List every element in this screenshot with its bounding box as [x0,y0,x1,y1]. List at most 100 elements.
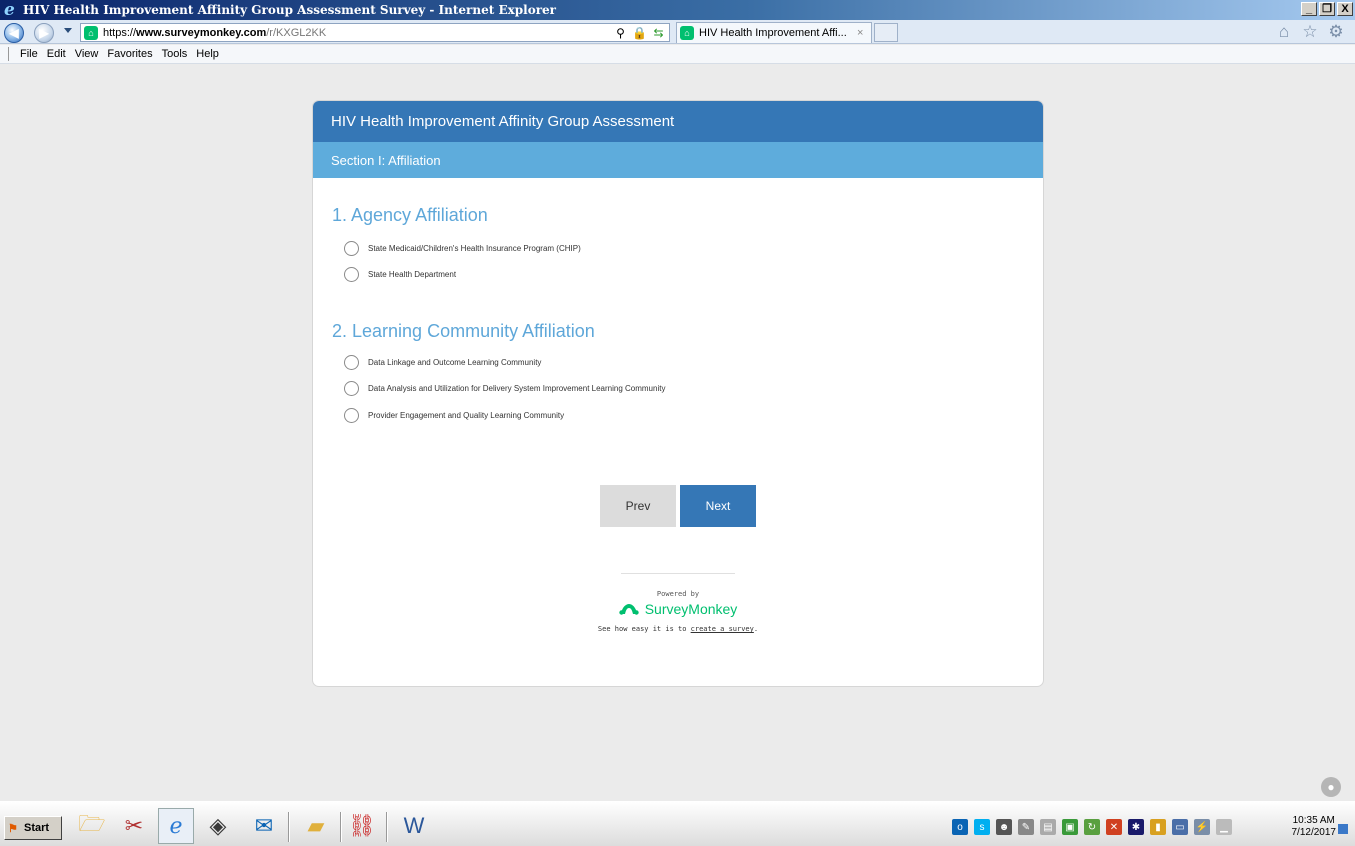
option-chip[interactable]: State Medicaid/Children's Health Insuran… [344,241,581,256]
clock-date: 7/12/2017 [1291,827,1337,838]
option-label[interactable]: State Medicaid/Children's Health Insuran… [368,244,581,253]
new-tab-button[interactable] [874,23,898,42]
footer-divider [621,573,735,574]
restore-button[interactable]: ❐ [1319,2,1335,16]
menu-bar: File Edit View Favorites Tools Help [0,45,1355,64]
brand-name: SurveyMonkey [644,601,738,617]
clock-time: 10:35 AM [1292,815,1335,826]
file-explorer-icon[interactable]: 🗁 [74,808,110,844]
favorites-star-icon[interactable]: ☆ [1301,23,1319,41]
tab-title: HIV Health Improvement Affi... [699,27,847,39]
address-bar-icons: ⚲ 🔒 ⇆ [613,25,666,40]
radio-button[interactable] [344,355,359,370]
taskbar-separator [288,812,290,842]
show-desktop-button[interactable] [1338,824,1348,834]
snipping-tool-icon[interactable]: ✂ [116,808,152,844]
system-clock[interactable]: 10:35 AM 7/12/2017 [1292,815,1337,839]
surveymonkey-favicon-icon: ⌂ [680,26,694,40]
option-provider-engagement[interactable]: Provider Engagement and Quality Learning… [344,408,564,423]
surveymonkey-favicon-icon: ⌂ [84,25,98,40]
surveymonkey-logo-icon [619,604,639,615]
browser-tool-icons: ⌂ ☆ ⚙ [1275,23,1345,41]
menu-favorites[interactable]: Favorites [107,48,152,60]
display-tray-icon[interactable]: ▭ [1172,819,1188,835]
compatibility-icon[interactable]: ⇆ [651,25,666,40]
menu-tools[interactable]: Tools [162,48,188,60]
start-label: Start [24,822,50,834]
minimize-button[interactable]: _ [1301,2,1317,16]
radio-button[interactable] [344,381,359,396]
menu-view[interactable]: View [75,48,99,60]
system-tray: o s ☻ ✎ ▤ ▣ ↻ ✕ ✱ ▮ ▭ ⚡ ▁ 10:35 AM 7/12/… [952,812,1350,842]
option-data-analysis[interactable]: Data Analysis and Utilization for Delive… [344,381,665,396]
survey-card: HIV Health Improvement Affinity Group As… [313,101,1043,686]
security-tray-icon[interactable]: ▣ [1062,819,1078,835]
radio-button[interactable] [344,267,359,282]
back-icon[interactable]: ◀ [4,23,24,43]
window-controls: _ ❐ X [1301,2,1353,16]
tools-tray-icon[interactable]: ✎ [1018,819,1034,835]
start-button[interactable]: ⚑ Start [4,816,62,840]
clipboard-tray-icon[interactable]: ▤ [1040,819,1056,835]
survey-title: HIV Health Improvement Affinity Group As… [313,101,1043,142]
tagline-suffix: . [753,625,759,633]
taskbar: ⚑ Start 🗁 ✂ ℯ ◈ ✉ ▰ ⛓ W o s ☻ ✎ ▤ ▣ ↻ ✕ … [0,801,1355,846]
tab-survey[interactable]: ⌂ HIV Health Improvement Affi... × [676,22,872,43]
signal-tray-icon[interactable]: ▁ [1216,819,1232,835]
tagline: See how easy it is to create a survey. [313,625,1043,633]
lock-icon[interactable]: 🔒 [632,25,647,40]
menu-grip [8,47,9,61]
windows-flag-icon: ⚑ [8,823,18,835]
lock-tray-icon[interactable]: ▮ [1150,819,1166,835]
home-icon[interactable]: ⌂ [1275,23,1293,41]
search-icon[interactable]: ⚲ [613,25,628,40]
surveymonkey-logo[interactable]: SurveyMonkey [313,601,1043,617]
forward-icon[interactable]: ▶ [34,23,54,43]
close-button[interactable]: X [1337,2,1353,16]
tab-close-icon[interactable]: × [857,27,871,39]
tablet-icon[interactable]: ◈ [200,808,236,844]
menu-edit[interactable]: Edit [47,48,66,60]
option-label[interactable]: Data Linkage and Outcome Learning Commun… [368,358,541,367]
menu-help[interactable]: Help [196,48,219,60]
outlook-tray-icon[interactable]: o [952,819,968,835]
radio-button[interactable] [344,241,359,256]
section-title: Section I: Affiliation [313,142,1043,178]
network-tray-icon[interactable]: ⚡ [1194,819,1210,835]
window-titlebar: e HIV Health Improvement Affinity Group … [0,0,1355,20]
word-icon[interactable]: W [396,808,432,844]
taskbar-separator [386,812,388,842]
history-dropdown-icon[interactable] [64,28,72,33]
question-1-label: 1. Agency Affiliation [332,205,488,225]
url-host: www.surveymonkey.com [136,26,267,39]
address-bar[interactable]: ⌂ https:// www.surveymonkey.com /r/KXGL2… [80,23,670,42]
option-data-linkage[interactable]: Data Linkage and Outcome Learning Commun… [344,355,541,370]
skype-tray-icon[interactable]: s [974,819,990,835]
internet-explorer-icon[interactable]: ℯ [158,808,194,844]
settings-gear-icon[interactable]: ⚙ [1327,23,1345,41]
taskbar-separator [340,812,342,842]
menu-file[interactable]: File [20,48,38,60]
user-tray-icon[interactable]: ☻ [996,819,1012,835]
create-survey-link[interactable]: create a survey [691,625,754,633]
url-scheme: https:// [103,26,137,39]
windows-explorer-icon[interactable]: ▰ [298,808,334,844]
prev-button[interactable]: Prev [600,485,676,527]
option-label[interactable]: State Health Department [368,270,456,279]
radio-button[interactable] [344,408,359,423]
volume-muted-tray-icon[interactable]: ✕ [1106,819,1122,835]
url-path: /r/KXGL2KK [266,26,327,39]
outlook-icon[interactable]: ✉ [246,808,282,844]
feedback-bubble-icon[interactable]: ● [1321,777,1341,797]
option-label[interactable]: Data Analysis and Utilization for Delive… [368,384,665,393]
option-label[interactable]: Provider Engagement and Quality Learning… [368,411,564,420]
option-state-health-department[interactable]: State Health Department [344,267,456,282]
next-button[interactable]: Next [680,485,756,527]
acrobat-icon[interactable]: ⛓ [344,808,380,844]
powered-by-label: Powered by [656,590,700,598]
bluetooth-tray-icon[interactable]: ✱ [1128,819,1144,835]
internet-explorer-icon: e [4,0,15,20]
sync-tray-icon[interactable]: ↻ [1084,819,1100,835]
browser-navbar: ◀ ▶ ⌂ https:// www.surveymonkey.com /r/K… [0,20,1355,44]
window-title: HIV Health Improvement Affinity Group As… [23,3,556,17]
